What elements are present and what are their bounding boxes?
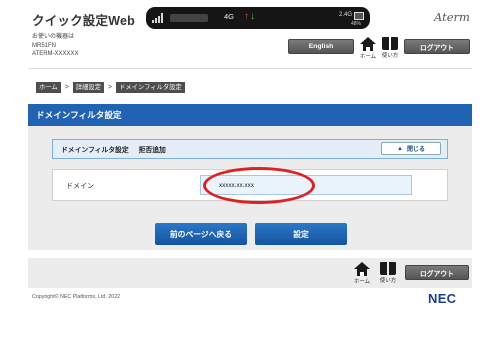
breadcrumb-current: ドメインフィルタ設定 — [116, 82, 185, 93]
app-title: クイック設定Web — [32, 14, 135, 28]
chevron-up-icon: ▲ — [397, 145, 403, 152]
carrier-badge — [170, 14, 208, 22]
upload-arrow-icon: ↑ — [244, 11, 249, 22]
battery-icon — [354, 12, 364, 20]
nec-logo: NEC — [428, 291, 457, 306]
footer-help-label: 使い方 — [379, 278, 397, 284]
aterm-logo: Aterm — [434, 10, 470, 24]
device-info-line: お使いの機器は — [32, 34, 75, 40]
close-button-label: 閉じる — [406, 147, 425, 153]
book-icon — [380, 262, 396, 275]
copyright: Copyright© NEC Platforms, Ltd. 2022 — [32, 294, 121, 300]
back-button[interactable]: 前のページへ戻る — [155, 223, 247, 245]
help-link[interactable]: 使い方 — [380, 37, 400, 59]
download-arrow-icon: ↓ — [250, 11, 255, 22]
breadcrumb-separator: > — [107, 84, 113, 91]
footer-help-link[interactable]: 使い方 — [378, 262, 398, 284]
section-title: ドメインフィルタ設定 — [28, 104, 472, 126]
signal-strength-icon — [152, 13, 164, 23]
wifi-frequency: 2.4G — [339, 12, 353, 18]
home-link[interactable]: ホーム — [358, 37, 378, 60]
home-icon — [354, 262, 370, 276]
home-icon — [360, 37, 376, 51]
english-button[interactable]: English — [288, 39, 354, 54]
footer-home-label: ホーム — [353, 279, 371, 285]
subsection-mode: 拒否追加 — [138, 147, 166, 154]
breadcrumb-separator: > — [64, 84, 69, 91]
close-button[interactable]: ▲ 閉じる — [381, 142, 441, 155]
domain-label: ドメイン — [66, 183, 94, 190]
status-bar: 4G ↑ ↓ 2.4G 48% — [146, 7, 370, 29]
breadcrumb: ホーム > 詳細設定 > ドメインフィルタ設定 — [36, 82, 185, 93]
breadcrumb-home[interactable]: ホーム — [36, 82, 61, 93]
footer-logout-button[interactable]: ログアウト — [405, 265, 469, 280]
device-info: お使いの機器は MR51FN ATERM-XXXXXX — [32, 33, 79, 59]
highlight-annotation-circle — [203, 167, 315, 204]
submit-button[interactable]: 設定 — [255, 223, 347, 245]
book-icon — [382, 37, 398, 50]
breadcrumb-advanced-settings[interactable]: 詳細設定 — [72, 82, 104, 93]
home-label: ホーム — [359, 54, 377, 60]
device-name: ATERM-XXXXXX — [32, 51, 79, 58]
footer-home-link[interactable]: ホーム — [352, 262, 372, 285]
logout-button[interactable]: ログアウト — [404, 39, 470, 54]
subsection-title: ドメインフィルタ設定 — [61, 147, 129, 154]
device-model: MR51FN — [32, 42, 57, 49]
header-divider — [28, 68, 472, 69]
battery-percent: 48% — [351, 21, 362, 27]
network-type: 4G — [224, 12, 235, 21]
help-label: 使い方 — [381, 53, 399, 59]
